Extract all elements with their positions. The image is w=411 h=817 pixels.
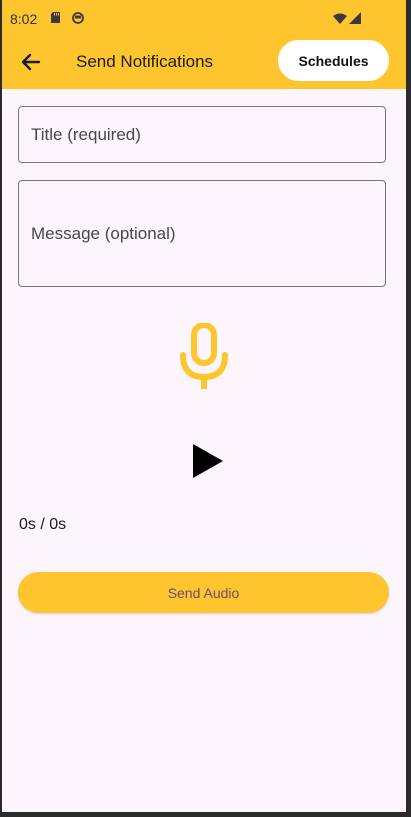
title-field[interactable]: Title (required) — [18, 106, 386, 163]
status-bar: 8:02 — [2, 0, 406, 34]
play-icon[interactable] — [192, 443, 224, 479]
signal-icon — [349, 12, 361, 24]
app-bar: Send Notifications Schedules — [2, 34, 406, 89]
message-field[interactable]: Message (optional) — [18, 180, 386, 287]
wifi-icon — [333, 13, 347, 24]
schedules-button[interactable]: Schedules — [278, 40, 389, 81]
title-placeholder: Title (required) — [31, 125, 141, 144]
page-title: Send Notifications — [76, 52, 214, 71]
status-time: 8:02 — [10, 11, 38, 27]
app-screen: 8:02 Send Notifications Schedules Title … — [2, 0, 406, 812]
arrow-left-icon[interactable] — [16, 47, 46, 77]
message-placeholder: Message (optional) — [31, 224, 176, 243]
microphone-icon[interactable] — [178, 323, 230, 391]
sd-card-icon — [51, 12, 60, 23]
send-audio-button[interactable]: Send Audio — [18, 572, 389, 613]
circle-face-icon — [72, 12, 84, 24]
audio-progress-text: 0s / 0s — [19, 516, 67, 533]
